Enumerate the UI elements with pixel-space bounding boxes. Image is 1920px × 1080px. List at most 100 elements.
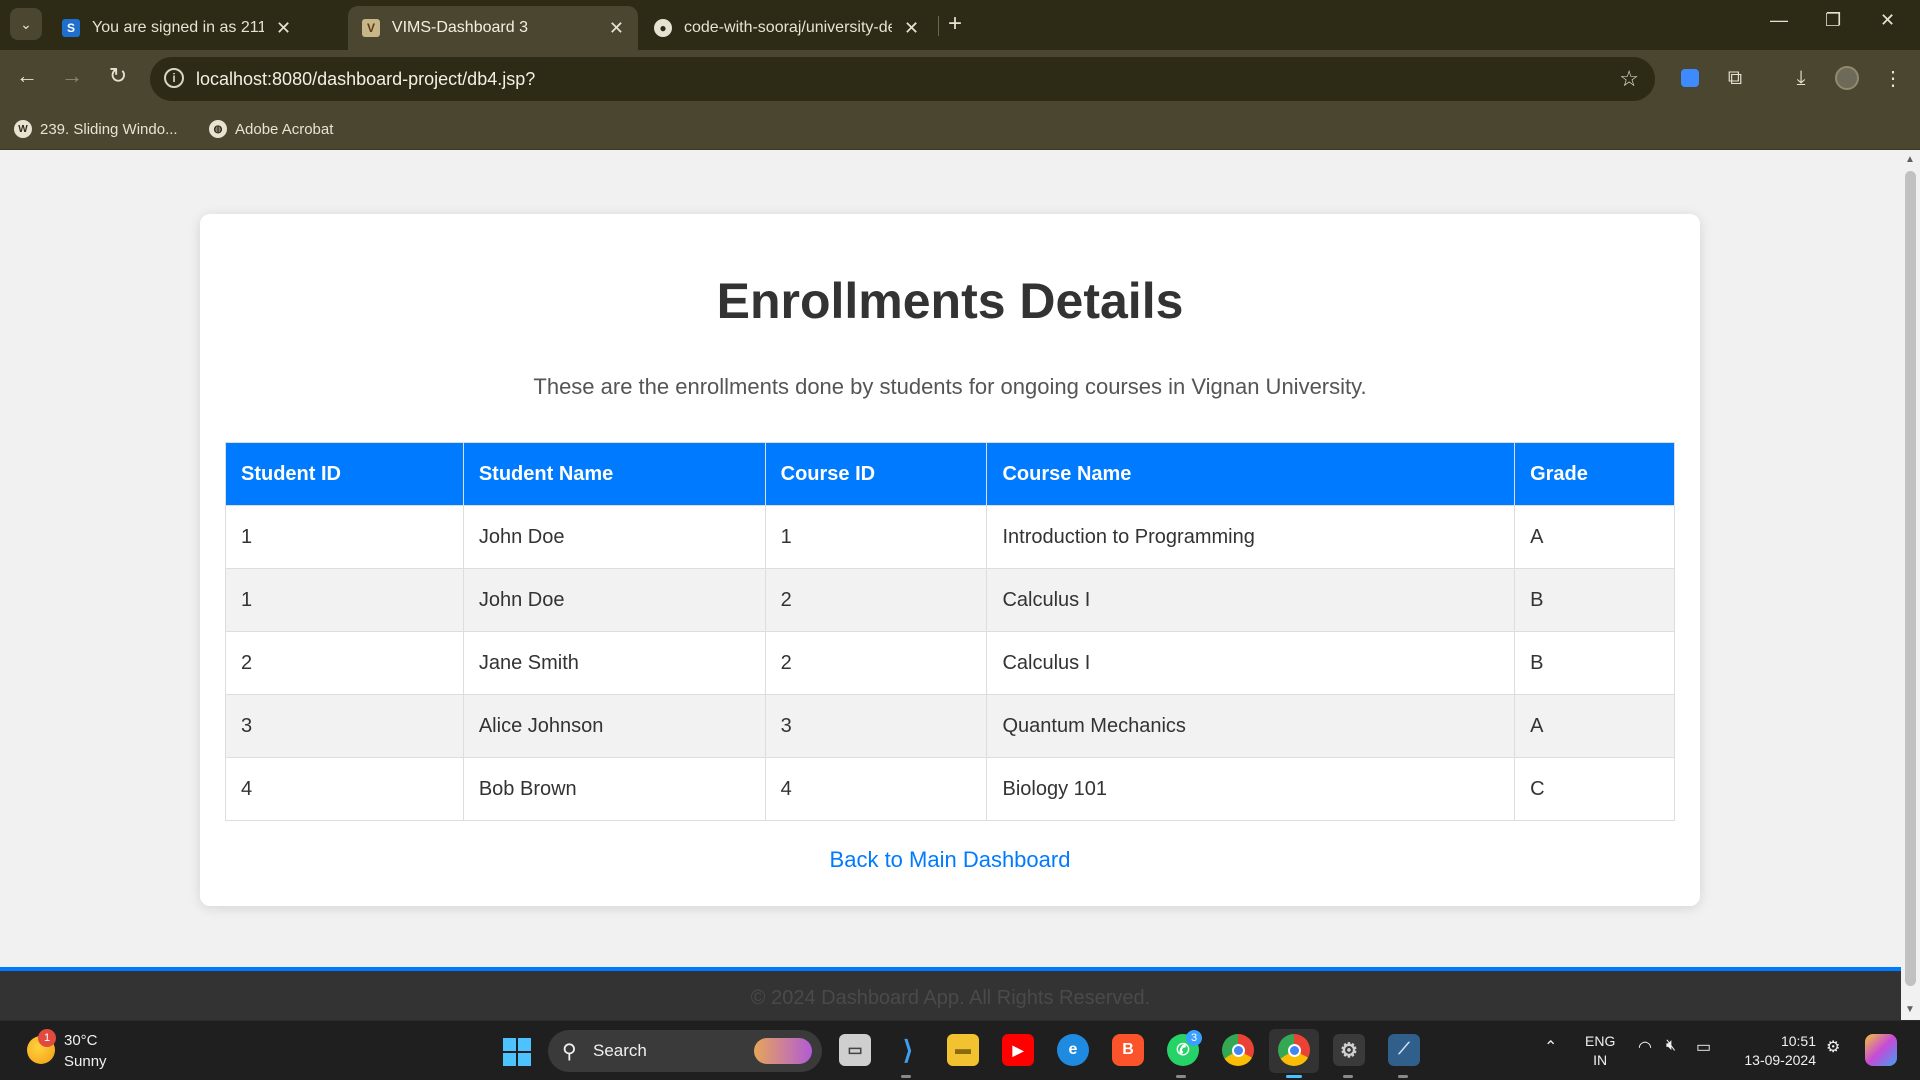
- github-favicon-icon: ●: [654, 19, 672, 37]
- page-title: Enrollments Details: [716, 273, 1184, 329]
- windows-taskbar: 1 30°C Sunny ⚲ Search ▭ ⟩ ▬ ▶ e B ✆ 3 ⚙ …: [0, 1020, 1920, 1080]
- vscode-icon[interactable]: ⟩: [892, 1034, 924, 1066]
- settings-gear-icon[interactable]: ⚙: [1333, 1034, 1365, 1066]
- running-indicator: [1343, 1075, 1353, 1078]
- site-info-icon[interactable]: i: [164, 68, 184, 88]
- system-clock[interactable]: 10:51 13-09-2024: [1736, 1032, 1816, 1070]
- youtube-icon[interactable]: ▶: [1002, 1034, 1034, 1066]
- forward-arrow-icon[interactable]: →: [57, 63, 87, 89]
- search-highlight-icon: [754, 1038, 812, 1064]
- tab-vims-dashboard[interactable]: V VIMS-Dashboard 3 ✕: [348, 6, 638, 50]
- table-row: 4 Bob Brown 4 Biology 101 C: [225, 757, 1675, 821]
- table-cell: A: [1514, 694, 1675, 758]
- menu-dots-icon[interactable]: ⋮: [1880, 65, 1906, 91]
- scroll-up-arrow-icon[interactable]: ▲: [1905, 154, 1915, 165]
- table-cell: 2: [764, 568, 988, 632]
- tab-title: VIMS-Dashboard 3: [391, 19, 528, 36]
- bookmarks-bar: W 239. Sliding Windo... ◍ Adobe Acrobat: [0, 108, 1920, 150]
- whatsapp-badge: 3: [1186, 1030, 1202, 1046]
- show-hidden-icons-chevron-icon[interactable]: ⌃: [1544, 1037, 1557, 1057]
- tab-separator: [938, 16, 939, 36]
- language-code: ENG: [1585, 1033, 1616, 1049]
- speaker-muted-icon[interactable]: 🔇︎: [1666, 1037, 1676, 1055]
- back-to-dashboard-link[interactable]: Back to Main Dashboard: [200, 847, 1700, 873]
- page-footer: © 2024 Dashboard App. All Rights Reserve…: [0, 967, 1901, 1020]
- tab-signed-in[interactable]: S You are signed in as 211FA0464 ✕: [48, 6, 305, 50]
- bookmark-star-icon[interactable]: ☆: [1619, 66, 1639, 92]
- table-cell: 3: [764, 694, 988, 758]
- extension-blue-icon[interactable]: [1677, 65, 1703, 91]
- back-arrow-icon[interactable]: ←: [12, 63, 42, 89]
- table-cell: A: [1514, 505, 1675, 569]
- tab-title: code-with-sooraj/university-de: [684, 19, 892, 36]
- clock-time: 10:51: [1780, 1033, 1816, 1049]
- notification-settings-icon[interactable]: ⚙: [1826, 1037, 1840, 1057]
- globe-icon: ◍: [209, 120, 227, 138]
- restore-icon[interactable]: ❐: [1825, 10, 1841, 31]
- table-cell: Biology 101: [986, 757, 1516, 821]
- reload-icon[interactable]: ↻: [103, 63, 133, 89]
- new-tab-button[interactable]: +: [948, 10, 962, 38]
- column-header: Grade: [1514, 442, 1675, 506]
- address-bar[interactable]: i localhost:8080/dashboard-project/db4.j…: [150, 57, 1655, 101]
- weather-temperature: 30°C: [64, 1032, 98, 1049]
- table-cell: C: [1514, 757, 1675, 821]
- table-cell: Quantum Mechanics: [986, 694, 1516, 758]
- table-cell: Introduction to Programming: [986, 505, 1516, 569]
- scrollbar-thumb[interactable]: [1905, 171, 1916, 986]
- browser-toolbar: ← → ↻ i localhost:8080/dashboard-project…: [0, 50, 1920, 108]
- table-cell: Calculus I: [986, 568, 1516, 632]
- copilot-icon[interactable]: [1865, 1034, 1897, 1066]
- task-view-icon[interactable]: ▭: [839, 1034, 871, 1066]
- table-cell: Jane Smith: [462, 631, 766, 695]
- taskbar-search-label: Search: [593, 1041, 647, 1060]
- running-indicator: [901, 1075, 911, 1078]
- column-header: Course Name: [986, 442, 1516, 506]
- brave-browser-icon[interactable]: B: [1112, 1034, 1144, 1066]
- table-row: 2 Jane Smith 2 Calculus I B: [225, 631, 1675, 695]
- table-header-row: Student ID Student Name Course ID Course…: [225, 442, 1675, 506]
- wifi-icon[interactable]: ◠: [1638, 1037, 1652, 1057]
- table-cell: 2: [225, 631, 464, 695]
- table-cell: Bob Brown: [462, 757, 766, 821]
- chrome-icon[interactable]: [1222, 1034, 1254, 1066]
- region-code: IN: [1593, 1052, 1608, 1068]
- edge-browser-icon[interactable]: e: [1057, 1034, 1089, 1066]
- tab-search-button[interactable]: ⌄: [10, 8, 42, 40]
- scroll-down-arrow-icon[interactable]: ▼: [1905, 1004, 1915, 1015]
- bookmark-adobe-acrobat[interactable]: ◍ Adobe Acrobat: [209, 117, 333, 141]
- profile-avatar[interactable]: [1834, 65, 1860, 91]
- bookmark-label: Adobe Acrobat: [235, 120, 334, 138]
- clock-date: 13-09-2024: [1744, 1052, 1816, 1068]
- tab-github[interactable]: ● code-with-sooraj/university-de ✕: [640, 6, 933, 50]
- download-icon[interactable]: ⤓: [1788, 65, 1814, 91]
- minimize-icon[interactable]: —: [1770, 10, 1788, 31]
- table-cell: Calculus I: [986, 631, 1516, 695]
- close-window-icon[interactable]: ✕: [1880, 10, 1895, 31]
- table-cell: 1: [225, 505, 464, 569]
- sharepoint-favicon-icon: S: [62, 19, 80, 37]
- close-tab-icon[interactable]: ✕: [904, 18, 919, 39]
- chrome-profile-icon[interactable]: [1278, 1034, 1310, 1066]
- bookmark-favicon-icon: W: [14, 120, 32, 138]
- table-cell: 4: [764, 757, 988, 821]
- close-tab-icon[interactable]: ✕: [276, 18, 291, 39]
- active-indicator: [1286, 1075, 1302, 1078]
- table-row: 3 Alice Johnson 3 Quantum Mechanics A: [225, 694, 1675, 758]
- address-url[interactable]: localhost:8080/dashboard-project/db4.jsp…: [196, 69, 535, 90]
- extensions-puzzle-icon[interactable]: ⧉: [1722, 65, 1748, 91]
- windows-start-icon[interactable]: [503, 1038, 531, 1066]
- table-row: 1 John Doe 1 Introduction to Programming…: [225, 505, 1675, 569]
- close-tab-icon[interactable]: ✕: [609, 18, 624, 39]
- table-cell: B: [1514, 631, 1675, 695]
- battery-icon[interactable]: ▭: [1696, 1037, 1711, 1057]
- taskbar-search-box[interactable]: ⚲ Search: [548, 1030, 822, 1072]
- file-explorer-icon[interactable]: ▬: [947, 1034, 979, 1066]
- language-indicator[interactable]: ENG IN: [1585, 1032, 1615, 1070]
- sql-workbench-icon[interactable]: ⟋: [1388, 1034, 1420, 1066]
- page-scrollbar[interactable]: ▲ ▼: [1901, 151, 1920, 1020]
- tab-title: You are signed in as 211FA0464: [92, 19, 264, 36]
- page-viewport: Enrollments Details These are the enroll…: [0, 151, 1901, 1020]
- running-indicator: [1398, 1075, 1408, 1078]
- bookmark-sliding-window[interactable]: W 239. Sliding Windo...: [14, 117, 178, 141]
